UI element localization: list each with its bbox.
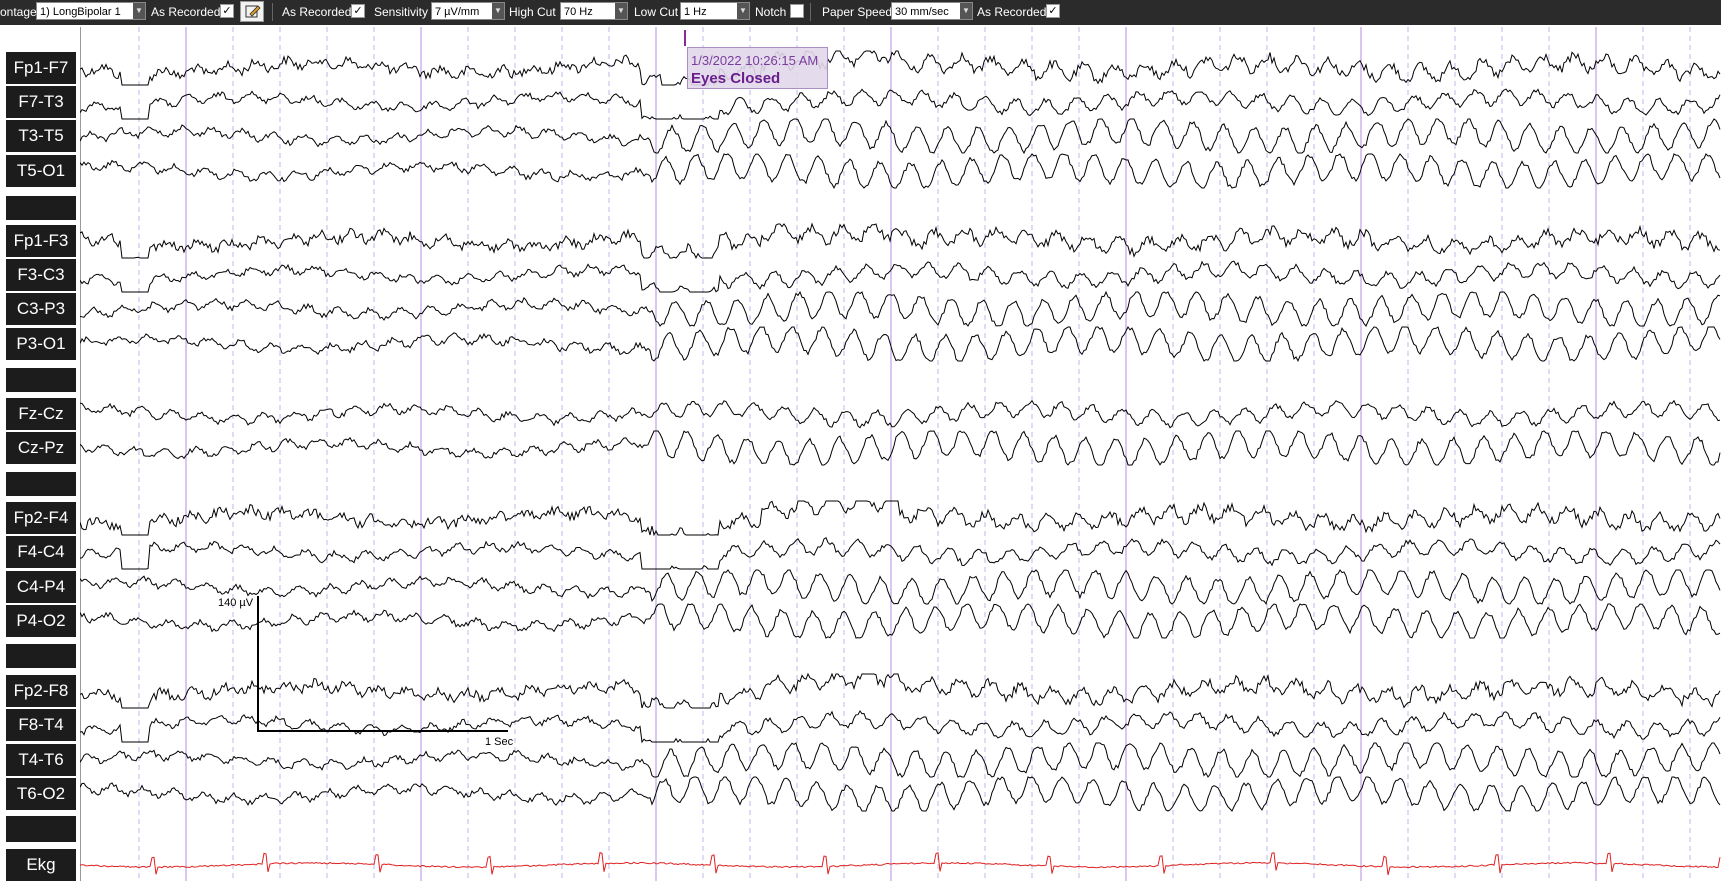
sensitivity-label: Sensitivity: [374, 5, 429, 19]
trace-f7-t3: [80, 88, 1721, 120]
edit-montage-button[interactable]: [240, 1, 264, 22]
as-recorded-checkbox-1[interactable]: ✓: [220, 4, 234, 18]
channel-label-p3-o1[interactable]: P3-O1: [6, 328, 76, 360]
chevron-down-icon: ▼: [492, 3, 504, 19]
trace-ekg: [80, 851, 1721, 876]
low-cut-value: 1 Hz: [684, 6, 707, 18]
trace-t3-t5: [80, 118, 1721, 155]
event-marker[interactable]: [684, 30, 686, 46]
channel-label-fp2-f4[interactable]: Fp2-F4: [6, 502, 76, 534]
notch-checkbox[interactable]: [790, 4, 804, 18]
channel-label-t6-o2[interactable]: T6-O2: [6, 778, 76, 810]
trace-t6-o2: [80, 776, 1721, 812]
channel-group-spacer: [6, 644, 76, 668]
channel-label-fp1-f7[interactable]: Fp1-F7: [6, 52, 76, 84]
trace-c4-p4: [80, 569, 1721, 605]
channel-label-f3-c3[interactable]: F3-C3: [6, 259, 76, 291]
low-cut-label: Low Cut: [634, 5, 679, 19]
trace-fp2-f8: [80, 672, 1721, 709]
trace-p3-o1: [80, 326, 1721, 362]
chevron-down-icon: ▼: [133, 3, 145, 19]
channel-label-c4-p4[interactable]: C4-P4: [6, 571, 76, 603]
event-time: 1/3/2022 10:26:15 AM: [691, 53, 819, 68]
channel-group-spacer: [6, 196, 76, 220]
montage-select[interactable]: 1) LongBipolar 1 ▼: [36, 2, 146, 20]
channel-label-ekg[interactable]: Ekg: [6, 849, 76, 881]
low-cut-select[interactable]: 1 Hz ▼: [680, 2, 750, 20]
montage-value: 1) LongBipolar 1: [40, 6, 121, 18]
channel-label-fp2-f8[interactable]: Fp2-F8: [6, 675, 76, 707]
montage-label: ontage: [0, 5, 37, 19]
chevron-down-icon: ▼: [960, 3, 972, 19]
as-recorded-label-1: As Recorded: [151, 5, 221, 19]
event-annotation[interactable]: 1/3/2022 10:26:15 AM Eyes Closed: [687, 47, 828, 89]
chevron-down-icon: ▼: [615, 3, 627, 19]
toolbar-divider: [810, 3, 811, 21]
notch-label: Notch: [755, 5, 787, 19]
calibration-time-label: 1 Sec: [485, 736, 514, 748]
trace-t4-t6: [80, 742, 1721, 778]
paper-speed-value: 30 mm/sec: [895, 6, 949, 18]
trace-f4-c4: [80, 536, 1721, 570]
toolbar-divider: [272, 3, 273, 21]
channel-group-spacer: [6, 816, 76, 842]
channel-label-f7-t3[interactable]: F7-T3: [6, 86, 76, 118]
calibration-amplitude-label: 140 µV: [218, 597, 254, 609]
sensitivity-value: 7 µV/mm: [435, 6, 480, 18]
channel-label-fz-cz[interactable]: Fz-Cz: [6, 398, 76, 430]
high-cut-select[interactable]: 70 Hz ▼: [560, 2, 628, 20]
trace-c3-p3: [80, 290, 1721, 327]
high-cut-label: High Cut: [509, 5, 556, 19]
toolbar: ontage 1) LongBipolar 1 ▼ As Recorded ✓ …: [0, 0, 1721, 27]
trace-fz-cz: [80, 399, 1721, 429]
channel-group-spacer: [6, 472, 76, 496]
event-label: Eyes Closed: [691, 70, 781, 87]
channel-label-c3-p3[interactable]: C3-P3: [6, 293, 76, 325]
trace-p4-o2: [80, 603, 1721, 639]
channel-label-fp1-f3[interactable]: Fp1-F3: [6, 225, 76, 257]
trace-fp1-f7: [80, 50, 1721, 86]
as-recorded-checkbox-2[interactable]: ✓: [351, 4, 365, 18]
as-recorded-label-3: As Recorded: [977, 5, 1047, 19]
edit-icon: [245, 5, 261, 18]
paper-speed-select[interactable]: 30 mm/sec ▼: [891, 2, 973, 20]
channel-label-f8-t4[interactable]: F8-T4: [6, 709, 76, 741]
channel-label-t3-t5[interactable]: T3-T5: [6, 120, 76, 152]
sensitivity-select[interactable]: 7 µV/mm ▼: [431, 2, 505, 20]
trace-f3-c3: [80, 260, 1721, 293]
channel-label-t5-o1[interactable]: T5-O1: [6, 155, 76, 187]
channel-group-spacer: [6, 368, 76, 392]
trace-t5-o1: [80, 153, 1721, 190]
paper-speed-label: Paper Speed: [822, 5, 893, 19]
channel-label-cz-pz[interactable]: Cz-Pz: [6, 432, 76, 464]
trace-fp2-f4: [80, 500, 1721, 537]
channel-label-t4-t6[interactable]: T4-T6: [6, 744, 76, 776]
chevron-down-icon: ▼: [737, 3, 749, 19]
trace-f8-t4: [80, 710, 1721, 744]
trace-fp1-f3: [80, 222, 1721, 259]
channel-label-p4-o2[interactable]: P4-O2: [6, 605, 76, 637]
as-recorded-checkbox-3[interactable]: ✓: [1046, 4, 1060, 18]
trace-cz-pz: [80, 430, 1721, 466]
channel-label-column: Fp1-F7 F7-T3 T3-T5 T5-O1 Fp1-F3 F3-C3 C3-P3 P3-…: [0, 27, 80, 881]
as-recorded-label-2: As Recorded: [282, 5, 352, 19]
high-cut-value: 70 Hz: [564, 6, 593, 18]
channel-label-f4-c4[interactable]: F4-C4: [6, 536, 76, 568]
eeg-waveform-panel[interactable]: 140 µV 1 Sec: [80, 27, 1721, 881]
